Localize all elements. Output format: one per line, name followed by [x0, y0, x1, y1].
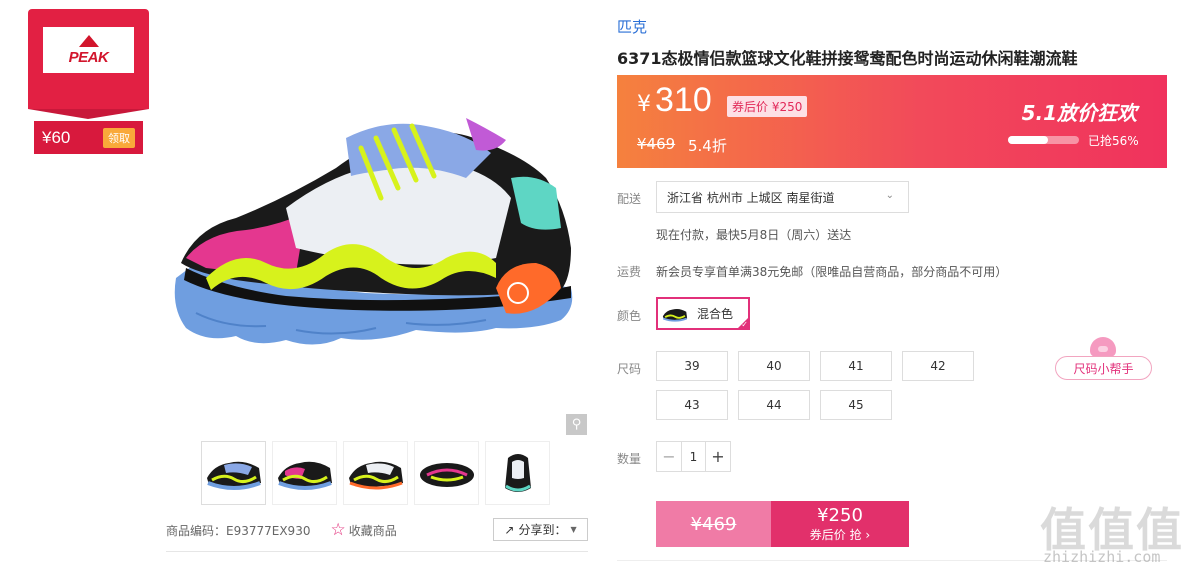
size-option[interactable]: 45: [820, 390, 892, 420]
address-selector[interactable]: 浙江省 杭州市 上城区 南星街道 ⌄: [656, 181, 909, 213]
thumbnail-3[interactable]: [343, 441, 408, 505]
size-option[interactable]: 40: [738, 351, 810, 381]
color-option-label: 混合色: [697, 307, 734, 321]
quantity-value[interactable]: 1: [681, 442, 706, 471]
quantity-label: 数量: [617, 452, 642, 466]
increment-button[interactable]: +: [706, 442, 730, 471]
shipping-label: 运费: [617, 265, 642, 279]
caret-down-icon: ▼: [570, 525, 577, 534]
pig-mascot-icon: [1090, 337, 1116, 357]
decrement-button[interactable]: −: [657, 442, 681, 471]
sneaker-thumb-icon: [504, 454, 531, 492]
star-icon: ☆: [330, 520, 346, 540]
currency-symbol: ¥: [637, 92, 651, 117]
coupon-footer: ¥60 领取: [34, 121, 143, 154]
sneaker-thumb-icon: [277, 461, 332, 490]
buy-with-coupon-button[interactable]: ¥250 券后价 抢 ›: [771, 501, 909, 547]
product-main-image[interactable]: [166, 58, 588, 438]
size-label: 尺码: [617, 362, 642, 376]
coupon-header: PEAK: [28, 9, 149, 119]
sneaker-thumb-icon: [348, 461, 403, 490]
sold-percent: 已抢56%: [1088, 134, 1139, 148]
peak-logo-icon: [78, 34, 99, 47]
thumbnail-2[interactable]: [272, 441, 337, 505]
quantity-stepper: − 1 +: [656, 441, 731, 472]
coupon-buy-price: ¥250: [817, 504, 863, 526]
color-swatch-icon: [662, 308, 688, 322]
thumbnail-4[interactable]: [414, 441, 479, 505]
delivery-eta: 现在付款，最快5月8日（周六）送达: [656, 228, 852, 242]
size-option[interactable]: 39: [656, 351, 728, 381]
share-icon: ↗: [504, 522, 515, 537]
after-coupon-badge: 券后价 ¥250: [727, 96, 808, 117]
color-option-selected[interactable]: 混合色 ✓: [656, 297, 750, 330]
brand-link[interactable]: 匹克: [617, 16, 647, 37]
buy-original-price-button[interactable]: ¥469: [656, 501, 771, 547]
price-value: 310: [655, 81, 712, 119]
check-icon: ✓: [741, 320, 748, 329]
favorite-button[interactable]: ☆ 收藏商品: [330, 520, 396, 540]
share-dropdown[interactable]: ↗ 分享到： ▼: [493, 518, 588, 541]
address-value: 浙江省 杭州市 上城区 南星街道: [667, 190, 835, 205]
coupon-claim-button[interactable]: 领取: [103, 127, 135, 148]
divider: [166, 551, 588, 552]
coupon-buy-cta: 券后价 抢 ›: [809, 527, 871, 542]
thumbnail-1[interactable]: [201, 441, 266, 505]
favorite-label: 收藏商品: [348, 523, 397, 538]
color-label: 颜色: [617, 309, 642, 323]
size-helper-button[interactable]: 尺码小帮手: [1055, 356, 1152, 380]
store-coupon[interactable]: PEAK ¥60 领取: [28, 9, 149, 154]
promo-title: 5.1放价狂欢: [1021, 101, 1137, 125]
sneaker-main-illustration: [174, 118, 573, 345]
original-price: ¥469: [637, 135, 676, 153]
chevron-down-icon: ⌄: [885, 190, 894, 201]
brand-logo-text: PEAK: [68, 48, 109, 66]
sold-progress-fill: [1008, 136, 1048, 144]
brand-logo: PEAK: [43, 27, 134, 73]
delivery-label: 配送: [617, 192, 642, 206]
magnifier-icon[interactable]: ⚲: [566, 414, 587, 435]
size-option[interactable]: 42: [902, 351, 974, 381]
sneaker-thumb-icon: [419, 463, 474, 487]
share-label: 分享到：: [518, 523, 567, 537]
size-option[interactable]: 44: [738, 390, 810, 420]
price-banner: ¥ 310 券后价 ¥250 ¥469 5.4折 5.1放价狂欢 已抢56%: [617, 75, 1167, 168]
shipping-text: 新会员专享首单满38元免邮（限唯品自营商品，部分商品不可用）: [656, 265, 1008, 279]
product-meta-row: 商品编码：E93777EX930 ☆ 收藏商品 ↗ 分享到： ▼: [166, 518, 588, 542]
discount-rate: 5.4折: [688, 137, 727, 155]
size-option[interactable]: 41: [820, 351, 892, 381]
thumbnail-strip: [201, 441, 550, 505]
watermark-url: zhizhizhi.com: [1043, 548, 1161, 566]
size-option[interactable]: 43: [656, 390, 728, 420]
thumbnail-5[interactable]: [485, 441, 550, 505]
coupon-amount: ¥60: [42, 127, 71, 147]
current-price: ¥ 310: [637, 81, 712, 120]
sku-code: 商品编码：E93777EX930: [166, 523, 311, 538]
sneaker-thumb-icon: [206, 461, 261, 490]
product-title: 6371态极情侣款篮球文化鞋拼接鸳鸯配色时尚运动休闲鞋潮流鞋: [617, 49, 1078, 68]
